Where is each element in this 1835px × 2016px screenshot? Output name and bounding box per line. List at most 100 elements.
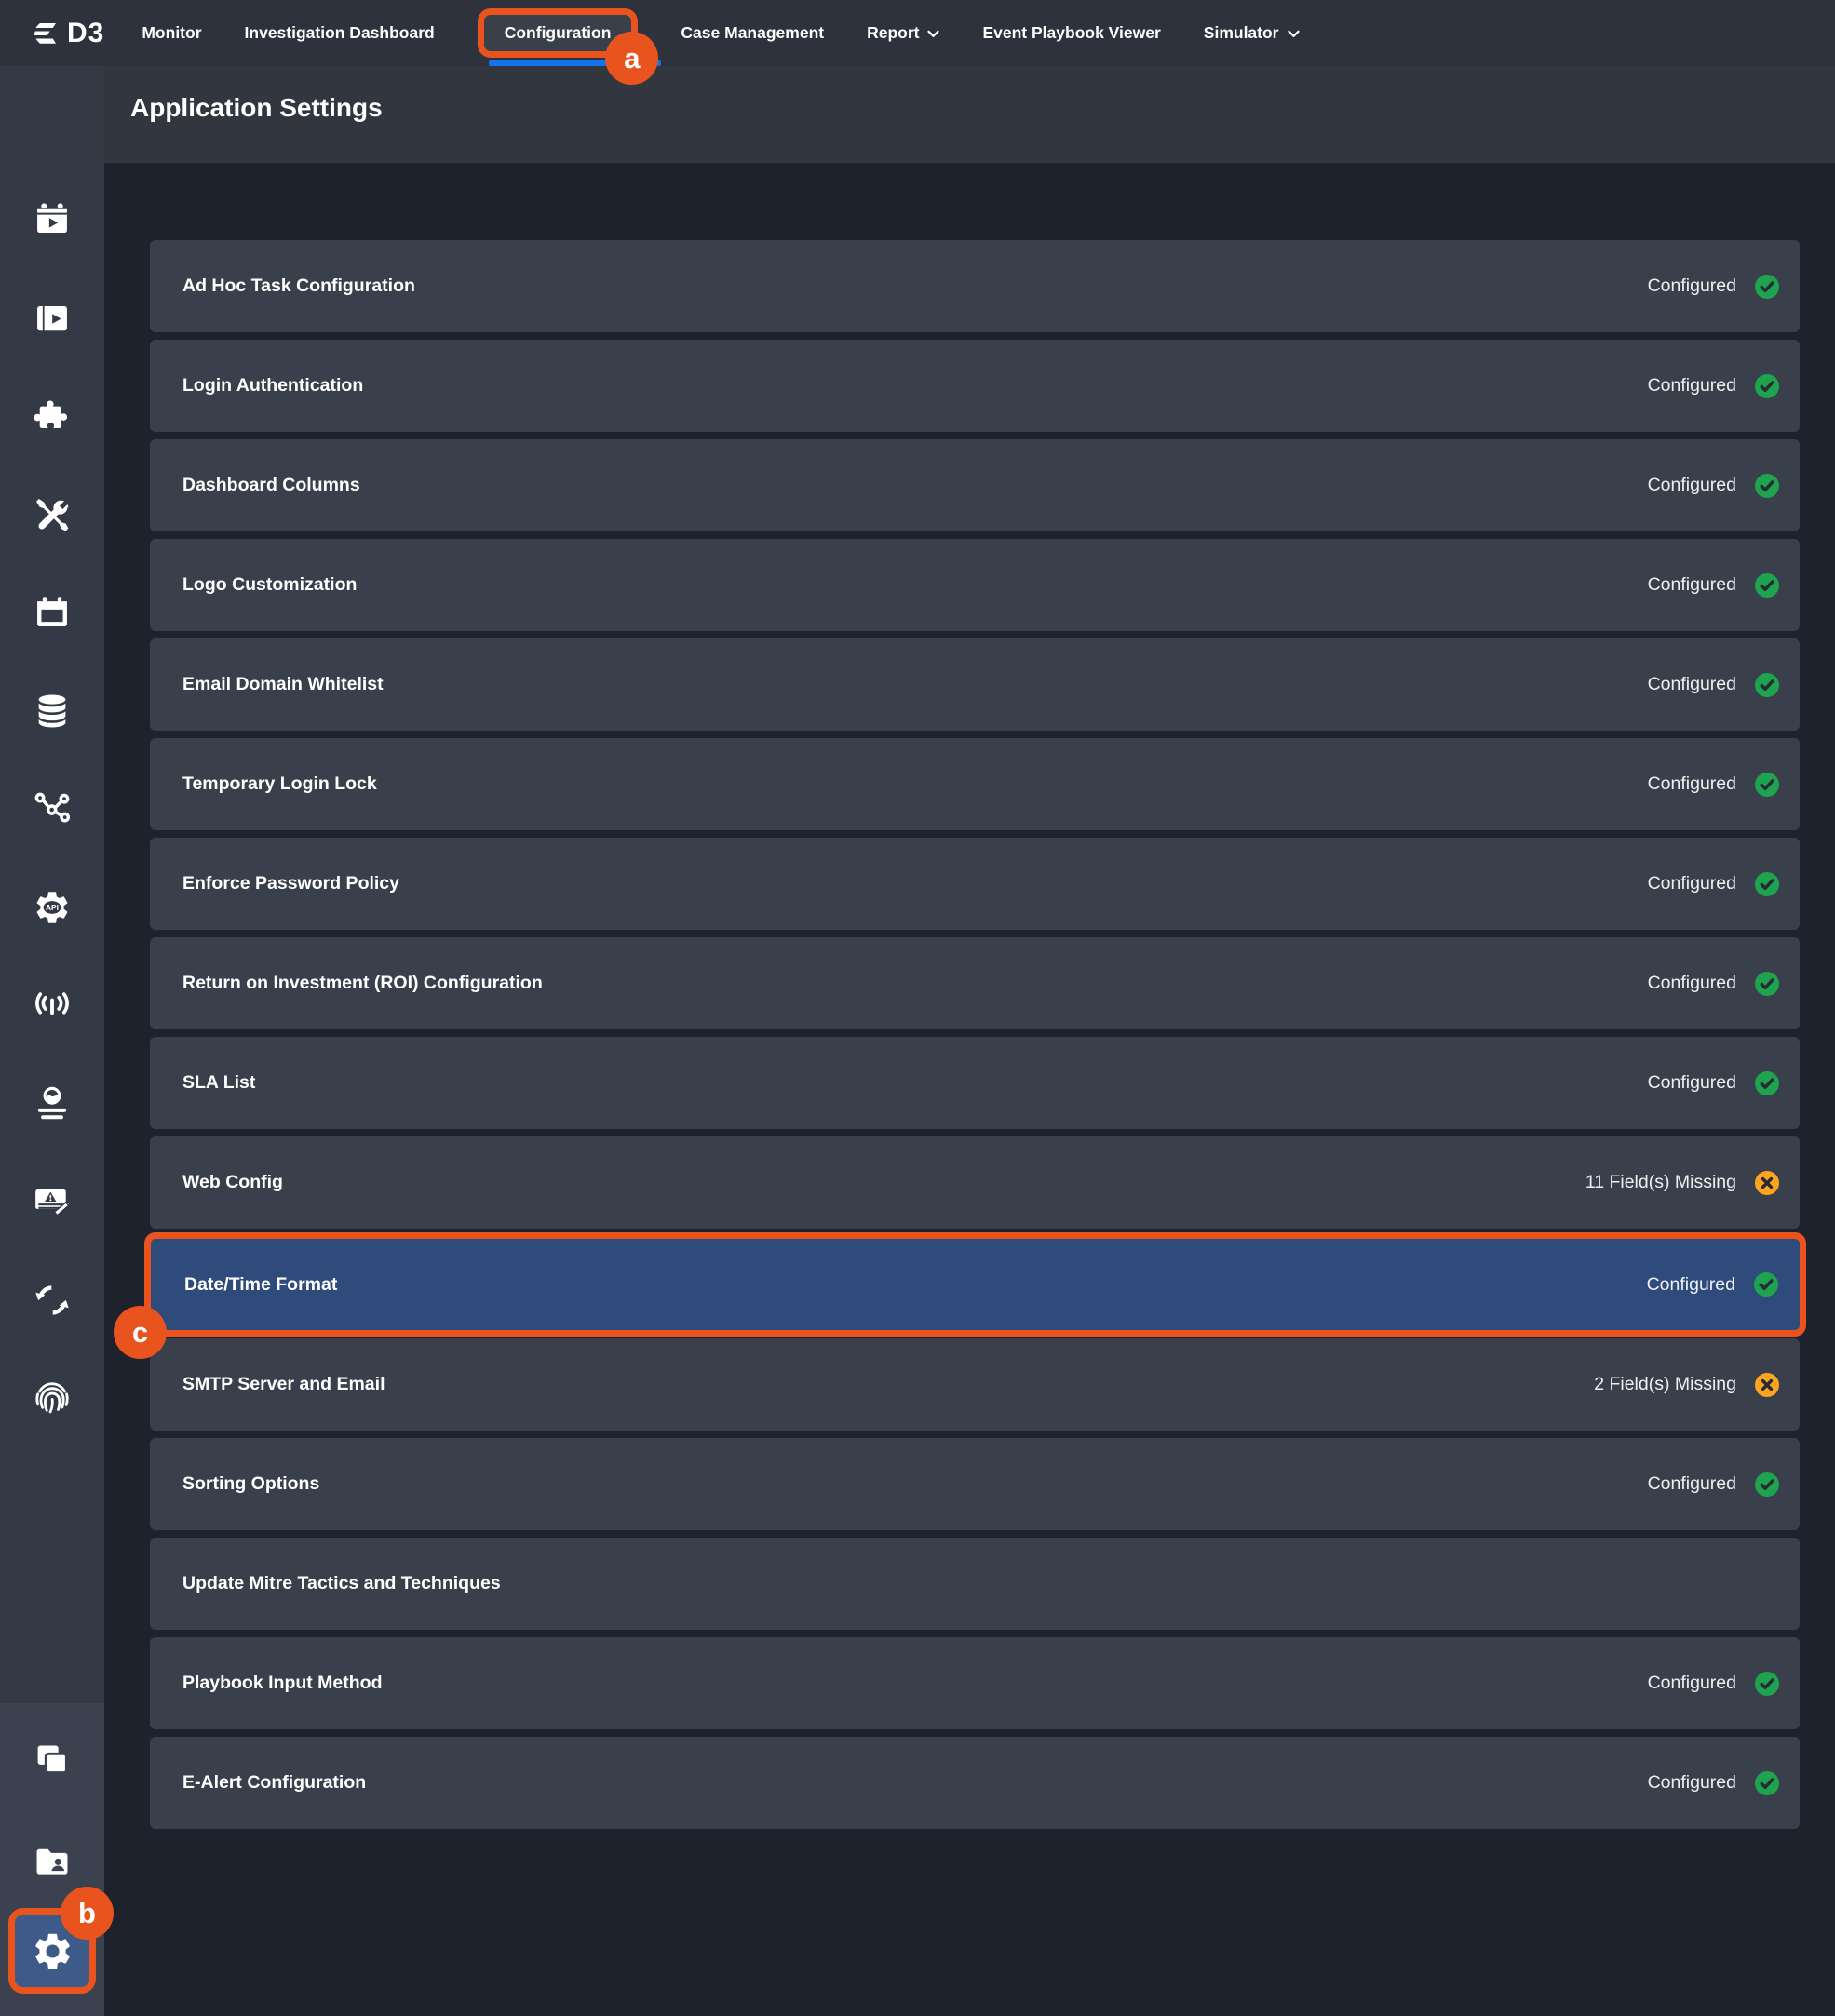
- annotation-badge-a: a: [605, 32, 658, 85]
- check-circle-icon: [1755, 474, 1779, 498]
- web-config-row[interactable]: Web Config11 Field(s) Missing: [150, 1136, 1800, 1229]
- check-circle-icon: [1755, 872, 1779, 896]
- setting-row-label: SLA List: [182, 1072, 1648, 1094]
- page-title: Application Settings: [130, 93, 383, 123]
- sync-arrows-icon[interactable]: [33, 1281, 72, 1320]
- nav-item-label: Event Playbook Viewer: [982, 23, 1160, 43]
- e-alert-configuration-row[interactable]: E-Alert ConfigurationConfigured: [150, 1737, 1800, 1829]
- setting-row-status: 2 Field(s) Missing: [1594, 1374, 1736, 1395]
- dashboard-columns-row[interactable]: Dashboard ColumnsConfigured: [150, 439, 1800, 531]
- settings-gear-button[interactable]: b: [8, 1908, 96, 1994]
- check-circle-icon: [1755, 1071, 1779, 1095]
- setting-row-status: 11 Field(s) Missing: [1585, 1172, 1736, 1193]
- application-settings-panel: Ad Hoc Task ConfigurationConfiguredLogin…: [104, 163, 1835, 2016]
- setting-row-label: Ad Hoc Task Configuration: [182, 276, 1648, 297]
- setting-row-status: Configured: [1648, 276, 1736, 297]
- d3-logo: D3: [28, 18, 104, 49]
- ad-hoc-task-configuration-row[interactable]: Ad Hoc Task ConfigurationConfigured: [150, 240, 1800, 332]
- annotation-badge-c: c: [114, 1306, 167, 1359]
- setting-row-status: Configured: [1648, 773, 1736, 795]
- setting-row-status: Configured: [1648, 1772, 1736, 1794]
- api-gear-icon[interactable]: API: [33, 888, 72, 927]
- nav-item-report[interactable]: Report: [867, 23, 939, 43]
- nav-item-label: Monitor: [142, 23, 201, 43]
- date-time-format-row[interactable]: Date/Time FormatConfiguredc: [144, 1232, 1806, 1337]
- nav-item-event-playbook-viewer[interactable]: Event Playbook Viewer: [982, 23, 1160, 43]
- globe-lines-icon[interactable]: [33, 1084, 72, 1123]
- chevron-down-icon: [927, 28, 939, 38]
- database-icon[interactable]: [33, 692, 72, 731]
- d3-logomark-icon: [28, 20, 63, 47]
- calendar-play-icon[interactable]: [33, 200, 72, 239]
- nav-item-case-management[interactable]: Case Management: [681, 23, 824, 43]
- gear-icon: [31, 1929, 74, 1973]
- check-circle-icon: [1755, 673, 1779, 697]
- return-on-investment-roi-configuration-row[interactable]: Return on Investment (ROI) Configuration…: [150, 937, 1800, 1029]
- setting-row-label: Playbook Input Method: [182, 1673, 1648, 1694]
- nav-item-label: Configuration: [505, 23, 612, 43]
- setting-row-status: Configured: [1648, 375, 1736, 396]
- nav-item-label: Report: [867, 23, 919, 43]
- nav-item-label: Simulator: [1204, 23, 1279, 43]
- setting-row-status: Configured: [1648, 1673, 1736, 1694]
- sla-list-row[interactable]: SLA ListConfigured: [150, 1037, 1800, 1129]
- setting-row-status: Configured: [1648, 973, 1736, 994]
- setting-row-status: Configured: [1647, 1274, 1735, 1296]
- sorting-options-row[interactable]: Sorting OptionsConfigured: [150, 1438, 1800, 1530]
- antenna-icon[interactable]: [33, 986, 72, 1025]
- setting-row-status: Configured: [1648, 475, 1736, 496]
- nav-item-label: Investigation Dashboard: [245, 23, 435, 43]
- nav-item-investigation-dashboard[interactable]: Investigation Dashboard: [245, 23, 435, 43]
- left-sidebar: API b: [0, 66, 104, 2016]
- setting-row-status: Configured: [1648, 674, 1736, 695]
- top-navigation-bar: D3 Monitor Investigation Dashboard Configu…: [0, 0, 1835, 66]
- setting-row-label: Enforce Password Policy: [182, 873, 1648, 894]
- nav-item-monitor[interactable]: Monitor: [142, 23, 201, 43]
- nav-items: Monitor Investigation Dashboard Configurat…: [142, 8, 1299, 58]
- puzzle-icon[interactable]: [33, 396, 72, 436]
- fingerprint-icon[interactable]: [33, 1378, 72, 1418]
- calendar-icon[interactable]: [33, 593, 72, 632]
- user-folder-icon[interactable]: [33, 1842, 72, 1881]
- check-circle-icon: [1755, 773, 1779, 797]
- setting-row-status: Configured: [1648, 574, 1736, 596]
- check-circle-icon: [1755, 275, 1779, 299]
- chevron-down-icon: [1288, 28, 1300, 38]
- logo-customization-row[interactable]: Logo CustomizationConfigured: [150, 539, 1800, 631]
- video-library-icon[interactable]: [33, 299, 72, 338]
- x-circle-icon: [1755, 1171, 1779, 1195]
- setting-row-label: E-Alert Configuration: [182, 1772, 1648, 1794]
- check-circle-icon: [1754, 1272, 1778, 1297]
- check-circle-icon: [1755, 1771, 1779, 1795]
- smtp-server-and-email-row[interactable]: SMTP Server and Email2 Field(s) Missing: [150, 1338, 1800, 1431]
- x-circle-icon: [1755, 1373, 1779, 1397]
- tools-icon[interactable]: [33, 495, 72, 534]
- nav-item-simulator[interactable]: Simulator: [1204, 23, 1300, 43]
- check-circle-icon: [1755, 972, 1779, 996]
- setting-row-label: Date/Time Format: [184, 1274, 1647, 1296]
- brand-text: D3: [67, 18, 104, 49]
- playbook-input-method-row[interactable]: Playbook Input MethodConfigured: [150, 1637, 1800, 1729]
- nav-item-label: Case Management: [681, 23, 824, 43]
- setting-row-label: Email Domain Whitelist: [182, 674, 1648, 695]
- email-domain-whitelist-row[interactable]: Email Domain WhitelistConfigured: [150, 638, 1800, 731]
- check-circle-icon: [1755, 374, 1779, 398]
- update-mitre-tactics-and-techniques-row[interactable]: Update Mitre Tactics and Techniques: [150, 1538, 1800, 1630]
- setting-row-label: Temporary Login Lock: [182, 773, 1648, 795]
- annotation-badge-b: b: [61, 1887, 114, 1940]
- nav-item-configuration[interactable]: Configurationa: [478, 8, 639, 58]
- login-authentication-row[interactable]: Login AuthenticationConfigured: [150, 340, 1800, 432]
- alert-edit-icon[interactable]: [33, 1182, 72, 1221]
- temporary-login-lock-row[interactable]: Temporary Login LockConfigured: [150, 738, 1800, 830]
- setting-row-status: Configured: [1648, 1072, 1736, 1094]
- setting-row-label: Update Mitre Tactics and Techniques: [182, 1573, 1779, 1594]
- setting-row-label: Return on Investment (ROI) Configuration: [182, 973, 1648, 994]
- copy-icon[interactable]: [33, 1741, 72, 1781]
- setting-row-status: Configured: [1648, 873, 1736, 894]
- setting-row-label: Login Authentication: [182, 375, 1648, 396]
- share-nodes-icon[interactable]: [33, 789, 72, 828]
- enforce-password-policy-row[interactable]: Enforce Password PolicyConfigured: [150, 838, 1800, 930]
- setting-row-label: Dashboard Columns: [182, 475, 1648, 496]
- svg-text:API: API: [46, 902, 59, 911]
- setting-row-label: SMTP Server and Email: [182, 1374, 1594, 1395]
